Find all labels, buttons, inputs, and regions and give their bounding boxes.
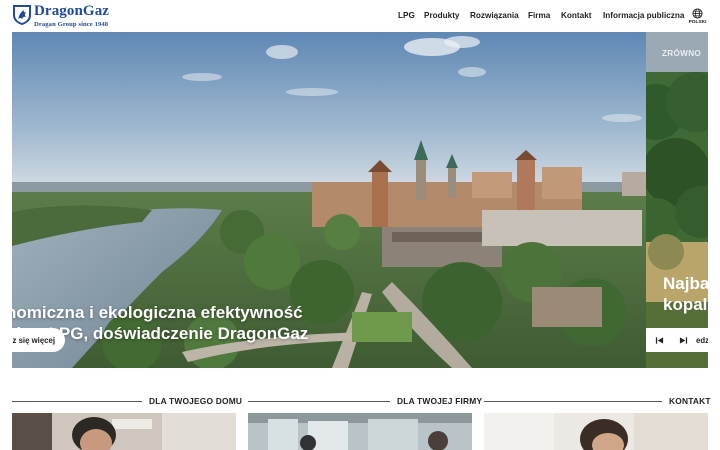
section-label-business[interactable]: DLA TWOJEJ FIRMY <box>397 396 482 406</box>
hero2-title: Najba kopal <box>663 273 708 315</box>
nav-item-informacja-publiczna[interactable]: Informacja publiczna <box>603 11 684 20</box>
office-photo <box>248 413 472 450</box>
skip-back-icon <box>655 336 663 344</box>
brand-tagline: Dragan Group since 1948 <box>34 21 109 28</box>
site-header: DragonGaz Dragan Group since 1948 LPG Pr… <box>0 0 720 32</box>
skip-forward-icon <box>679 336 687 344</box>
divider <box>248 401 390 402</box>
nav-item-lpg[interactable]: LPG <box>398 11 415 20</box>
nav-item-produkty[interactable]: Produkty <box>424 11 460 20</box>
card-home-image[interactable] <box>12 413 236 450</box>
hero-slide-main: nomiczna i ekologiczna efektywność gia z… <box>12 32 646 368</box>
hero-title-line1: nomiczna i ekologiczna efektywność <box>12 303 303 322</box>
hero2-title-line2: kopal <box>663 295 708 314</box>
hero-photo-forest <box>646 32 708 368</box>
nav-item-firma[interactable]: Firma <box>528 11 550 20</box>
hero2-category-tag: ZRÓWNO <box>662 49 702 58</box>
slider-prev-button[interactable] <box>652 333 666 347</box>
hero2-more-link[interactable]: edz s <box>696 336 708 345</box>
globe-icon <box>692 8 703 19</box>
slider-controls: edz s <box>646 328 708 352</box>
hero2-title-line1: Najba <box>663 274 708 293</box>
brand-name: DragonGaz <box>34 3 110 19</box>
divider <box>12 401 142 402</box>
section-label-contact[interactable]: KONTAKT <box>669 396 711 406</box>
card-business-image[interactable] <box>248 413 472 450</box>
dragon-shield-icon <box>13 5 31 25</box>
hero-slide-next[interactable]: ZRÓWNO Najba kopal edz s <box>646 32 708 368</box>
language-switcher[interactable]: POLSKI <box>689 8 706 25</box>
logo[interactable]: DragonGaz Dragan Group since 1948 <box>12 4 109 30</box>
person-photo <box>12 413 236 450</box>
nav-item-kontakt[interactable]: Kontakt <box>561 11 591 20</box>
card-contact-image[interactable] <box>484 413 708 450</box>
section-label-home[interactable]: DLA TWOJEGO DOMU <box>149 396 242 406</box>
divider <box>484 401 662 402</box>
nav-item-rozwiazania[interactable]: Rozwiązania <box>470 11 519 20</box>
language-label: POLSKI <box>688 20 707 25</box>
learn-more-button[interactable]: z się więcej <box>12 328 65 352</box>
consultant-photo <box>484 413 708 450</box>
slider-next-button[interactable] <box>676 333 690 347</box>
